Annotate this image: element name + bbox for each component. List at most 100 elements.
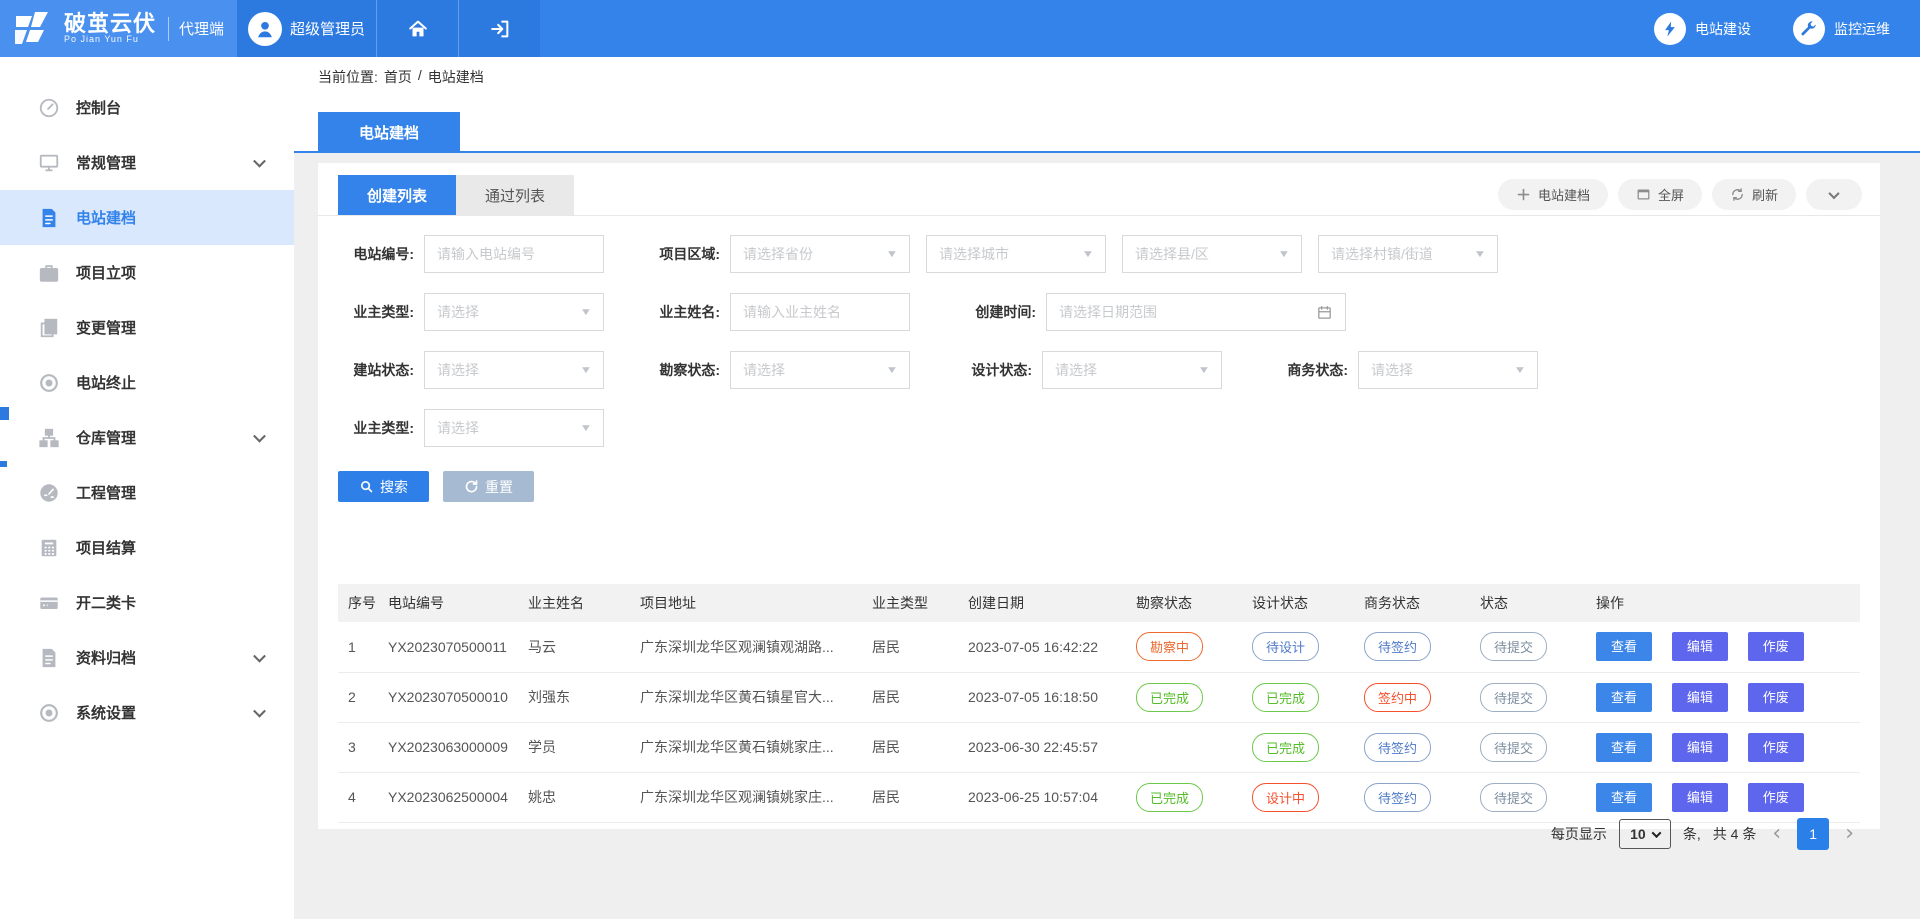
build-status-select[interactable]: 请选择▼	[424, 351, 604, 389]
cell-code: YX2023070500010	[378, 672, 518, 722]
business-status-badge: 待签约	[1364, 632, 1431, 661]
sidebar-item-warehouse-mgmt[interactable]: 仓库管理	[0, 410, 294, 465]
reset-button[interactable]: 重置	[443, 471, 534, 502]
tab-passed-list[interactable]: 通过列表	[456, 175, 574, 215]
edit-button[interactable]: 编辑	[1672, 683, 1728, 712]
business-status-badge: 待签约	[1364, 733, 1431, 762]
unit-label: 条,	[1683, 824, 1701, 844]
view-button[interactable]: 查看	[1596, 733, 1652, 762]
edit-button[interactable]: 编辑	[1672, 632, 1728, 661]
owner-type2-select[interactable]: 请选择▼	[424, 409, 604, 447]
fullscreen-button[interactable]: 全屏	[1618, 179, 1702, 210]
station-code-input[interactable]	[424, 235, 604, 273]
portal-label: 代理端	[168, 17, 224, 41]
business-status-select[interactable]: 请选择▼	[1358, 351, 1538, 389]
owner-name-input[interactable]	[730, 293, 910, 331]
button-label: 电站建档	[1538, 185, 1590, 204]
user-menu[interactable]: 超级管理员	[237, 0, 376, 57]
county-select[interactable]: 请选择县/区▼	[1122, 235, 1302, 273]
fullscreen-icon	[1636, 187, 1651, 202]
calendar-icon	[1316, 304, 1333, 321]
void-button[interactable]: 作废	[1748, 783, 1804, 812]
business-status-badge: 签约中	[1364, 683, 1431, 712]
field-label: 设计状态:	[956, 360, 1032, 380]
card-icon	[38, 592, 60, 614]
sidebar-item-system-settings[interactable]: 系统设置	[0, 685, 294, 740]
button-label: 刷新	[1752, 185, 1778, 204]
design-status-badge: 设计中	[1252, 783, 1319, 812]
header-no: 序号	[338, 584, 378, 622]
card-toolbar: 电站建档 全屏 刷新	[1498, 179, 1862, 210]
select-caret-icon: ▼	[886, 249, 899, 260]
select-caret-icon: ▼	[1198, 365, 1211, 376]
breadcrumb-separator: /	[418, 67, 422, 87]
breadcrumb-home[interactable]: 首页	[384, 67, 412, 87]
add-station-button[interactable]: 电站建档	[1498, 179, 1608, 210]
plus-icon	[1516, 187, 1531, 202]
sidebar-item-archives[interactable]: 资料归档	[0, 630, 294, 685]
status-badge: 待提交	[1480, 632, 1547, 661]
void-button[interactable]: 作废	[1748, 632, 1804, 661]
nav-monitor-ops[interactable]: 监控运维	[1793, 13, 1890, 45]
field-label: 业主姓名:	[644, 302, 720, 322]
prev-page-button[interactable]: ‹	[1768, 823, 1785, 845]
city-select[interactable]: 请选择城市▼	[926, 235, 1106, 273]
province-select[interactable]: 请选择省份▼	[730, 235, 910, 273]
edit-button[interactable]: 编辑	[1672, 733, 1728, 762]
sidebar-item-station-termination[interactable]: 电站终止	[0, 355, 294, 410]
sidebar-item-console[interactable]: 控制台	[0, 80, 294, 135]
collapse-toolbar-button[interactable]	[1806, 179, 1862, 210]
button-label: 全屏	[1658, 185, 1684, 204]
filter-station-code: 电站编号:	[338, 235, 604, 273]
main-content: 当前位置: 首页 / 电站建档 电站建档 创建列表 通过列表 电站建档 全屏	[294, 57, 1920, 919]
edit-button[interactable]: 编辑	[1672, 783, 1728, 812]
sitemap-icon	[38, 427, 60, 449]
design-status-select[interactable]: 请选择▼	[1042, 351, 1222, 389]
view-button[interactable]: 查看	[1596, 683, 1652, 712]
home-button[interactable]	[376, 0, 458, 57]
next-page-button[interactable]: ›	[1841, 823, 1858, 845]
content-card: 创建列表 通过列表 电站建档 全屏 刷新	[318, 163, 1880, 829]
page-number-button[interactable]: 1	[1797, 818, 1829, 850]
user-section: 超级管理员	[237, 0, 540, 57]
header-address: 项目地址	[630, 584, 862, 622]
cell-date: 2023-06-30 22:45:57	[958, 722, 1126, 772]
monitor-icon	[38, 152, 60, 174]
date-range-picker[interactable]: 请选择日期范围	[1046, 293, 1346, 331]
header-actions: 操作	[1586, 584, 1860, 622]
topbar: 破茧云伏 Po Jian Yun Fu 代理端 超级管理员	[0, 0, 1920, 57]
view-button[interactable]: 查看	[1596, 783, 1652, 812]
view-button[interactable]: 查看	[1596, 632, 1652, 661]
logout-button[interactable]	[458, 0, 540, 57]
sidebar-item-type2-card[interactable]: 开二类卡	[0, 575, 294, 630]
breadcrumb-current: 电站建档	[428, 67, 484, 87]
void-button[interactable]: 作废	[1748, 733, 1804, 762]
village-select[interactable]: 请选择村镇/街道▼	[1318, 235, 1498, 273]
logout-icon	[489, 18, 511, 40]
chevron-down-icon	[253, 649, 266, 662]
sidebar-item-station-archive[interactable]: 电站建档	[0, 190, 294, 245]
owner-type-select[interactable]: 请选择▼	[424, 293, 604, 331]
sidebar-item-engineering-mgmt[interactable]: 工程管理	[0, 465, 294, 520]
reset-icon	[464, 479, 479, 494]
survey-status-badge: 勘察中	[1136, 632, 1203, 661]
sidebar-item-project-initiation[interactable]: 项目立项	[0, 245, 294, 300]
per-page-select[interactable]: 10	[1619, 819, 1671, 849]
filter-row: 电站编号: 项目区域: 请选择省份▼ 请选择城市▼ 请选择县/区▼ 请选择村镇/…	[338, 235, 1538, 273]
void-button[interactable]: 作废	[1748, 683, 1804, 712]
cell-type: 居民	[862, 722, 958, 772]
select-placeholder: 请选择	[437, 302, 479, 322]
refresh-button[interactable]: 刷新	[1712, 179, 1796, 210]
sidebar-item-change-mgmt[interactable]: 变更管理	[0, 300, 294, 355]
nav-station-build[interactable]: 电站建设	[1654, 13, 1751, 45]
sidebar-item-general-mgmt[interactable]: 常规管理	[0, 135, 294, 190]
sidebar-item-project-settlement[interactable]: 项目结算	[0, 520, 294, 575]
page-tab-station-archive[interactable]: 电站建档	[318, 112, 460, 153]
sidebar-item-label: 电站终止	[76, 372, 136, 393]
tab-create-list[interactable]: 创建列表	[338, 175, 456, 215]
field-label: 业主类型:	[338, 302, 414, 322]
sidebar-scrollbar-thumb[interactable]	[0, 407, 9, 420]
sidebar-item-label: 电站建档	[76, 207, 136, 228]
survey-status-select[interactable]: 请选择▼	[730, 351, 910, 389]
search-button[interactable]: 搜索	[338, 471, 429, 502]
